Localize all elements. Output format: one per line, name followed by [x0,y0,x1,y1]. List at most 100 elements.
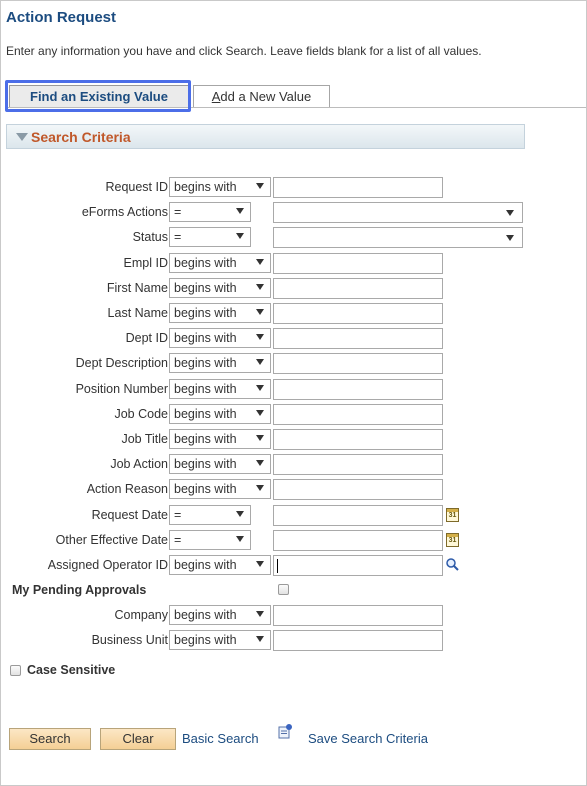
page-title: Action Request [6,9,117,26]
operator-value: begins with [174,432,237,446]
dropdown-arrow-icon [506,235,514,242]
operator-select[interactable]: begins with [169,454,271,475]
operator-value: = [174,230,182,245]
operator-select[interactable]: = [169,529,251,550]
operator-value: begins with [174,180,237,194]
basic-search-link[interactable]: Basic Search [182,731,259,746]
lookup-magnifier-icon[interactable] [445,557,459,571]
operator-value: begins with [174,633,237,647]
criteria-label: Empl ID [123,255,168,270]
criteria-row: Position Number begins with [0,378,587,401]
operator-select[interactable]: begins with [169,605,271,625]
calendar-icon[interactable]: 31 [446,532,459,547]
criteria-label: Company [114,608,169,622]
operator-select[interactable]: begins with [169,252,271,273]
value-select[interactable] [273,227,523,249]
criteria-label: Status [132,230,168,245]
search-criteria-header[interactable]: Search Criteria [6,124,525,149]
dropdown-arrow-icon [236,233,244,240]
operator-select[interactable]: begins with [169,303,271,323]
save-search-criteria-link[interactable]: Save Search Criteria [308,731,428,746]
value-input[interactable] [273,303,443,324]
operator-select[interactable]: begins with [169,277,271,298]
value-input[interactable] [273,353,443,375]
dropdown-arrow-icon [256,409,264,416]
value-select[interactable] [273,202,523,224]
dropdown-arrow-icon [256,485,264,492]
operator-value: begins with [174,255,237,270]
criteria-row: Job Action begins with [0,454,587,476]
operator-value: begins with [174,331,237,346]
criteria-label: Other Effective Date [55,532,168,547]
operator-select[interactable]: = [169,202,251,223]
criteria-row: Dept Description begins with [0,353,587,375]
operator-select[interactable]: begins with [169,479,271,500]
save-search-criteria-icon[interactable] [277,723,293,739]
pending-approvals-checkbox[interactable] [278,584,289,595]
value-input[interactable] [273,429,443,450]
dropdown-arrow-icon [256,359,264,366]
dropdown-arrow-icon [256,636,264,642]
value-input[interactable] [273,504,443,526]
dropdown-arrow-icon [236,208,244,215]
operator-select[interactable]: begins with [169,429,271,449]
operator-select[interactable]: begins with [169,630,271,650]
criteria-label: Business Unit [91,633,168,647]
criteria-label: Request Date [91,507,168,522]
clear-button[interactable]: Clear [100,728,176,750]
operator-select[interactable]: = [169,504,251,525]
value-input[interactable] [273,605,443,626]
dropdown-arrow-icon [256,283,264,290]
operator-value: = [174,205,182,220]
operator-select[interactable]: begins with [169,378,271,399]
value-input[interactable] [273,630,443,651]
criteria-row: Job Code begins with [0,403,587,426]
criteria-label: Job Title [121,432,168,446]
criteria-label: Position Number [75,381,168,396]
pending-approvals-label: My Pending Approvals [12,583,147,597]
operator-select[interactable]: begins with [169,328,271,349]
value-input[interactable] [273,403,443,425]
operator-value: begins with [174,558,237,572]
search-criteria-title: Search Criteria [31,129,131,145]
operator-select[interactable]: begins with [169,177,271,197]
dropdown-arrow-icon [256,258,264,265]
operator-select[interactable]: begins with [169,353,271,374]
criteria-label: Action Reason [86,482,168,497]
dropdown-arrow-icon [256,460,264,467]
operator-select[interactable]: begins with [169,555,271,575]
value-input[interactable] [273,252,443,274]
collapse-triangle-icon[interactable] [16,133,28,141]
operator-value: = [174,532,182,547]
dropdown-arrow-icon [256,183,264,189]
criteria-row: Business Unit begins with [0,630,587,652]
criteria-label: Request ID [105,180,168,194]
operator-value: begins with [174,406,237,421]
search-button[interactable]: Search [9,728,91,750]
criteria-row: Job Title begins with [0,429,587,451]
value-input[interactable] [273,328,443,350]
criteria-row: Assigned Operator ID begins with [0,555,587,577]
dropdown-arrow-icon [256,309,264,315]
value-input[interactable] [273,479,443,501]
criteria-row: Empl ID begins with [0,252,587,275]
operator-value: begins with [174,381,237,396]
value-input[interactable] [273,529,443,551]
calendar-icon[interactable]: 31 [446,507,459,522]
criteria-row: First Name begins with [0,277,587,300]
value-input[interactable] [273,177,443,198]
dropdown-arrow-icon [256,561,264,567]
criteria-row: Request Date = 31 [0,504,587,527]
operator-select[interactable]: = [169,227,251,248]
value-input[interactable] [273,378,443,400]
criteria-row: Request ID begins with [0,177,587,199]
instructions-text: Enter any information you have and click… [6,44,482,58]
tab-add-new-value[interactable]: Add a New Value [193,85,330,107]
value-input[interactable] [273,277,443,299]
value-input[interactable] [273,555,443,576]
value-input[interactable] [273,454,443,476]
criteria-label: Dept Description [75,356,168,371]
operator-select[interactable]: begins with [169,403,271,424]
case-sensitive-checkbox[interactable] [10,665,21,676]
criteria-label: Last Name [107,306,168,320]
